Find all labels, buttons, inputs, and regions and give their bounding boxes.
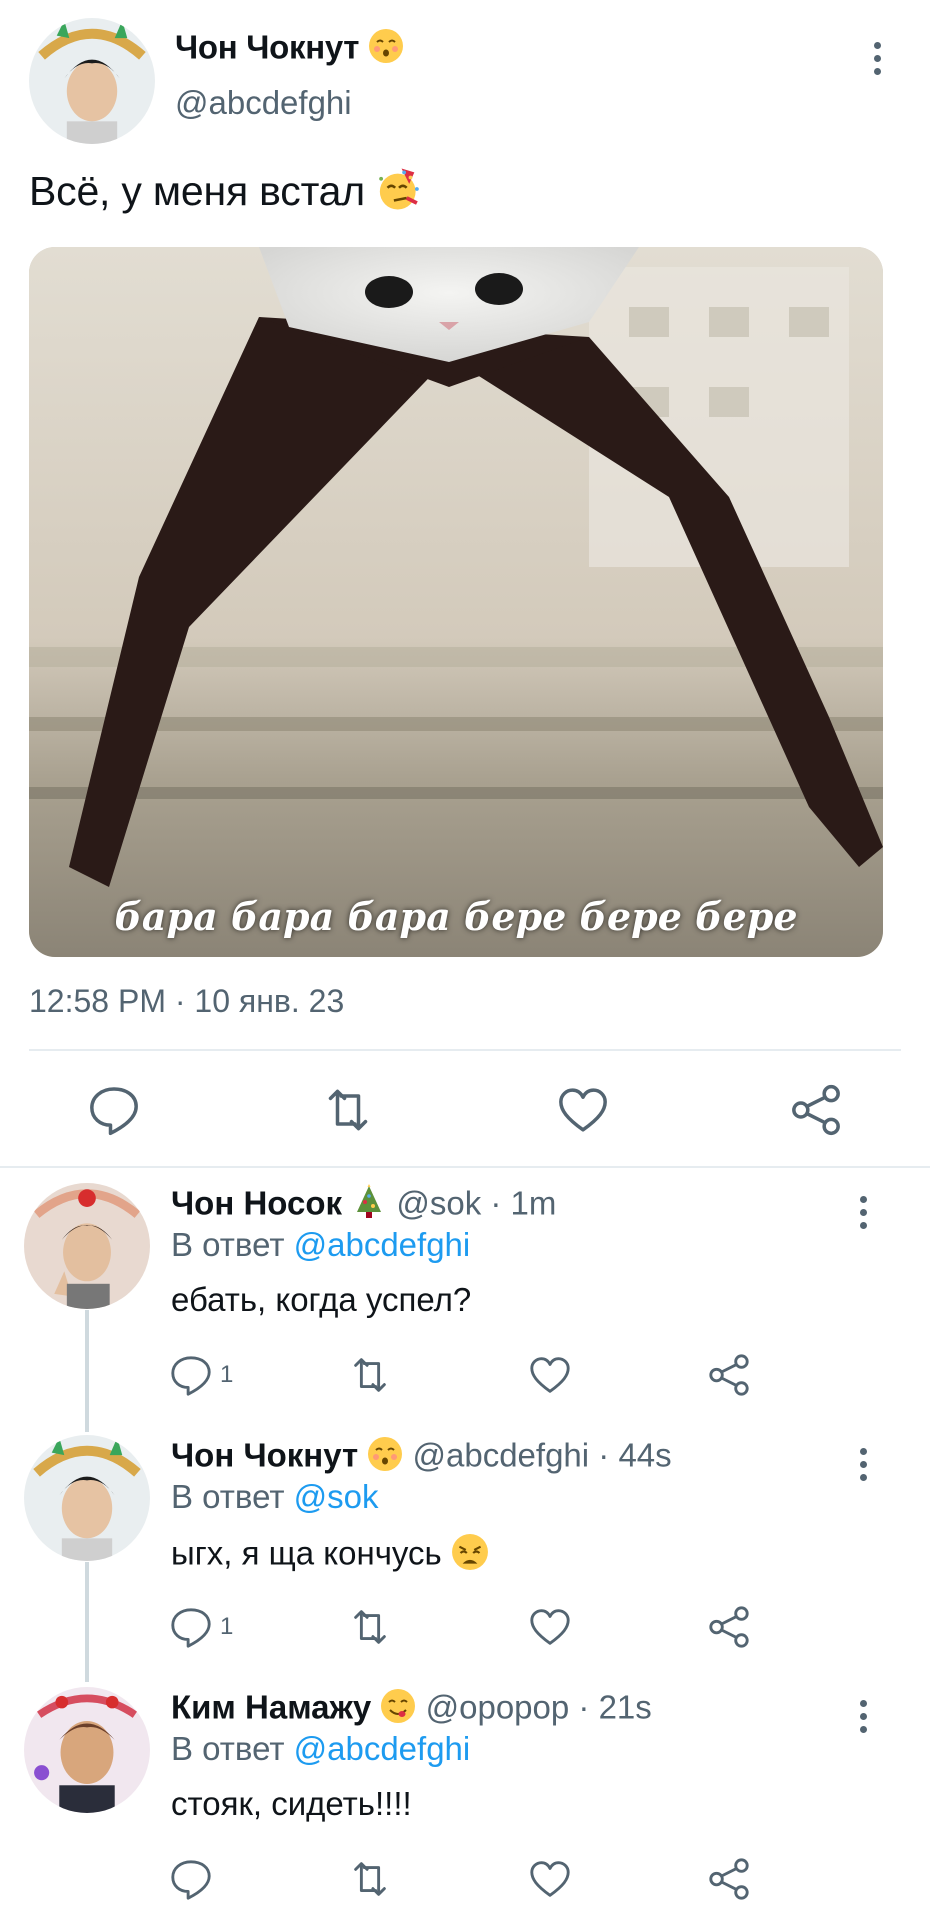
christmas-tree-emoji-icon	[351, 1184, 387, 1228]
share-icon[interactable]	[706, 1350, 752, 1400]
reply-to-prefix: В ответ	[171, 1226, 294, 1263]
more-icon[interactable]	[848, 1196, 878, 1236]
kissing-face-emoji-icon	[368, 28, 404, 72]
comment-icon	[171, 1860, 211, 1900]
comment-icon[interactable]	[86, 1082, 142, 1138]
tweet-text-content: Всё, у меня встал	[29, 167, 366, 214]
reply-header: Ким Намажу @opopop · 21s	[171, 1688, 652, 1732]
reply-tweet[interactable]: Чон Носок @sok · 1m В ответ @abcdefghi е…	[0, 1180, 930, 1428]
reply-count: 1	[220, 1361, 234, 1388]
author-handle[interactable]: @abcdefghi	[175, 84, 352, 122]
reply-tweet[interactable]: Чон Чокнут @abcdefghi · 44s В ответ @sok…	[0, 1432, 930, 1680]
reply-text-content: ыгх, я ща кончусь	[171, 1534, 442, 1572]
reply-meta: @abcdefghi · 44s	[412, 1436, 672, 1474]
reply-text: стояк, сидеть!!!!	[171, 1785, 412, 1822]
reply-header: Чон Чокнут @abcdefghi · 44s	[171, 1436, 672, 1480]
weary-face-emoji-icon	[451, 1533, 489, 1579]
reply-text: ебать, когда успел?	[171, 1281, 472, 1318]
reply-meta: @sok · 1m	[396, 1184, 557, 1222]
tweet-text: Всё, у меня встал	[29, 166, 422, 222]
reply-to-line: В ответ @abcdefghi	[171, 1730, 470, 1768]
reply-comment-button[interactable]	[168, 1854, 220, 1904]
reply-to-line: В ответ @abcdefghi	[171, 1226, 470, 1264]
like-icon[interactable]	[527, 1350, 573, 1400]
reply-author-name[interactable]: Чон Носок	[171, 1185, 342, 1222]
kissing-face-emoji-icon	[367, 1436, 403, 1480]
reply-to-prefix: В ответ	[171, 1730, 294, 1767]
like-icon[interactable]	[527, 1602, 573, 1652]
more-icon[interactable]	[862, 42, 892, 82]
like-icon[interactable]	[527, 1854, 573, 1904]
reply-to-line: В ответ @sok	[171, 1478, 378, 1516]
retweet-icon[interactable]	[347, 1854, 393, 1904]
reply-comment-button[interactable]: 1	[168, 1350, 233, 1400]
divider	[29, 1049, 901, 1051]
reply-count: 1	[220, 1613, 234, 1640]
reply-author-name[interactable]: Чон Чокнут	[171, 1437, 358, 1474]
reply-header: Чон Носок @sok · 1m	[171, 1184, 556, 1228]
author-name-text: Чон Чокнут	[175, 28, 360, 66]
reply-avatar[interactable]	[24, 1687, 150, 1813]
reply-comment-button[interactable]: 1	[168, 1602, 233, 1652]
yum-face-emoji-icon	[380, 1688, 416, 1732]
retweet-icon[interactable]	[347, 1602, 393, 1652]
retweet-icon[interactable]	[347, 1350, 393, 1400]
share-icon[interactable]	[706, 1602, 752, 1652]
reply-meta: @opopop · 21s	[425, 1688, 652, 1726]
divider	[0, 1166, 930, 1168]
partying-face-emoji-icon	[376, 166, 422, 222]
comment-icon	[171, 1356, 211, 1396]
share-icon[interactable]	[788, 1082, 844, 1138]
reply-avatar[interactable]	[24, 1435, 150, 1561]
reply-to-link[interactable]: @sok	[294, 1478, 379, 1515]
share-icon[interactable]	[706, 1854, 752, 1904]
tweet-media-image[interactable]: бара бара бара бере бере бере	[29, 247, 883, 957]
reply-to-prefix: В ответ	[171, 1478, 294, 1515]
reply-tweet[interactable]: Ким Намажу @opopop · 21s В ответ @abcdef…	[0, 1684, 930, 1920]
retweet-icon[interactable]	[320, 1082, 376, 1138]
author-avatar[interactable]	[29, 18, 155, 144]
reply-to-link[interactable]: @abcdefghi	[294, 1730, 471, 1767]
more-icon[interactable]	[848, 1700, 878, 1740]
reply-text: ыгх, я ща кончусь	[171, 1533, 489, 1579]
reply-to-link[interactable]: @abcdefghi	[294, 1226, 471, 1263]
like-icon[interactable]	[555, 1082, 611, 1138]
main-tweet: Чон Чокнут @abcdefghi Всё, у меня встал	[0, 0, 930, 1168]
reply-author-name[interactable]: Ким Намажу	[171, 1689, 371, 1726]
author-name[interactable]: Чон Чокнут	[175, 28, 404, 72]
tweet-timestamp[interactable]: 12:58 PM · 10 янв. 23	[29, 983, 344, 1020]
more-icon[interactable]	[848, 1448, 878, 1488]
reply-avatar[interactable]	[24, 1183, 150, 1309]
comment-icon	[171, 1608, 211, 1648]
media-caption: бара бара бара бере бере бере	[114, 894, 798, 939]
